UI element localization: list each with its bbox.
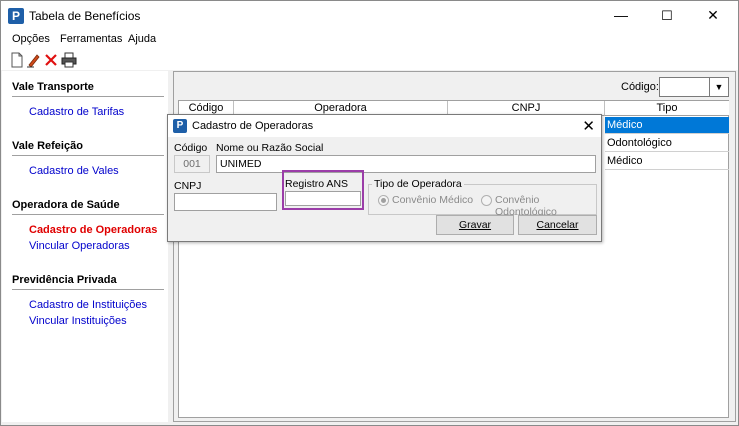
link-cadastro-instituicoes[interactable]: Cadastro de Instituições bbox=[29, 299, 147, 311]
section-vale-transporte: Vale Transporte bbox=[12, 81, 94, 93]
section-vale-refeicao: Vale Refeição bbox=[12, 140, 83, 152]
dialog-title: Cadastro de Operadoras bbox=[192, 120, 314, 132]
codigo-label: Código bbox=[174, 142, 208, 154]
app-logo-icon: P bbox=[173, 119, 187, 133]
app-logo-icon: P bbox=[8, 8, 24, 24]
link-cadastro-vales[interactable]: Cadastro de Vales bbox=[29, 165, 119, 177]
codigo-field: 001 bbox=[174, 155, 210, 173]
radio-convenio-odontologico[interactable] bbox=[481, 195, 492, 206]
table-row[interactable]: Médico bbox=[605, 153, 729, 170]
new-document-icon[interactable] bbox=[9, 52, 25, 68]
close-icon[interactable]: ✕ bbox=[582, 117, 595, 135]
section-operadora-saude: Operadora de Saúde bbox=[12, 199, 120, 211]
menu-opcoes[interactable]: Opções bbox=[12, 33, 50, 45]
menu-bar: Opções Ferramentas Ajuda bbox=[1, 30, 738, 50]
section-previdencia-privada: Previdência Privada bbox=[12, 274, 117, 286]
nome-field[interactable]: UNIMED bbox=[216, 155, 596, 173]
tipo-operadora-label: Tipo de Operadora bbox=[372, 178, 464, 190]
chevron-down-icon[interactable]: ▼ bbox=[709, 77, 729, 97]
print-icon[interactable] bbox=[61, 52, 77, 68]
link-cadastro-operadoras[interactable]: Cadastro de Operadoras bbox=[29, 224, 157, 236]
gravar-button[interactable]: Gravar bbox=[436, 215, 514, 235]
delete-icon[interactable] bbox=[43, 52, 59, 68]
cnpj-field[interactable] bbox=[174, 193, 277, 211]
divider bbox=[12, 214, 164, 215]
column-header-tipo[interactable]: Tipo bbox=[605, 101, 729, 116]
cadastro-operadoras-dialog: P Cadastro de Operadoras ✕ Código 001 No… bbox=[167, 114, 602, 242]
app-window: P Tabela de Benefícios — ☐ ✕ Opções Ferr… bbox=[0, 0, 739, 426]
sidebar: Vale Transporte Cadastro de Tarifas Vale… bbox=[2, 71, 168, 422]
toolbar bbox=[1, 50, 738, 70]
highlight-box bbox=[282, 170, 364, 210]
title-bar: P Tabela de Benefícios — ☐ ✕ bbox=[1, 1, 738, 30]
divider bbox=[12, 289, 164, 290]
dialog-title-bar: P Cadastro de Operadoras ✕ bbox=[168, 115, 601, 137]
menu-ferramentas[interactable]: Ferramentas bbox=[60, 33, 122, 45]
link-vincular-instituicoes[interactable]: Vincular Instituições bbox=[29, 315, 127, 327]
close-button[interactable]: ✕ bbox=[690, 1, 736, 30]
maximize-button[interactable]: ☐ bbox=[644, 1, 690, 30]
radio-convenio-medico-label: Convênio Médico bbox=[392, 194, 474, 206]
table-row[interactable]: Odontológico bbox=[605, 135, 729, 152]
minimize-button[interactable]: — bbox=[598, 1, 644, 30]
window-title: Tabela de Benefícios bbox=[29, 9, 141, 23]
link-cadastro-tarifas[interactable]: Cadastro de Tarifas bbox=[29, 106, 124, 118]
code-filter-label: Código: bbox=[621, 81, 659, 93]
radio-convenio-medico[interactable] bbox=[378, 195, 389, 206]
divider bbox=[12, 96, 164, 97]
edit-icon[interactable] bbox=[26, 52, 42, 68]
link-vincular-operadoras[interactable]: Vincular Operadoras bbox=[29, 240, 130, 252]
nome-label: Nome ou Razão Social bbox=[216, 142, 324, 154]
cnpj-label: CNPJ bbox=[174, 180, 202, 192]
table-row[interactable]: Médico bbox=[605, 117, 729, 134]
cancelar-button[interactable]: Cancelar bbox=[518, 215, 597, 235]
divider bbox=[12, 155, 164, 156]
menu-ajuda[interactable]: Ajuda bbox=[128, 33, 156, 45]
